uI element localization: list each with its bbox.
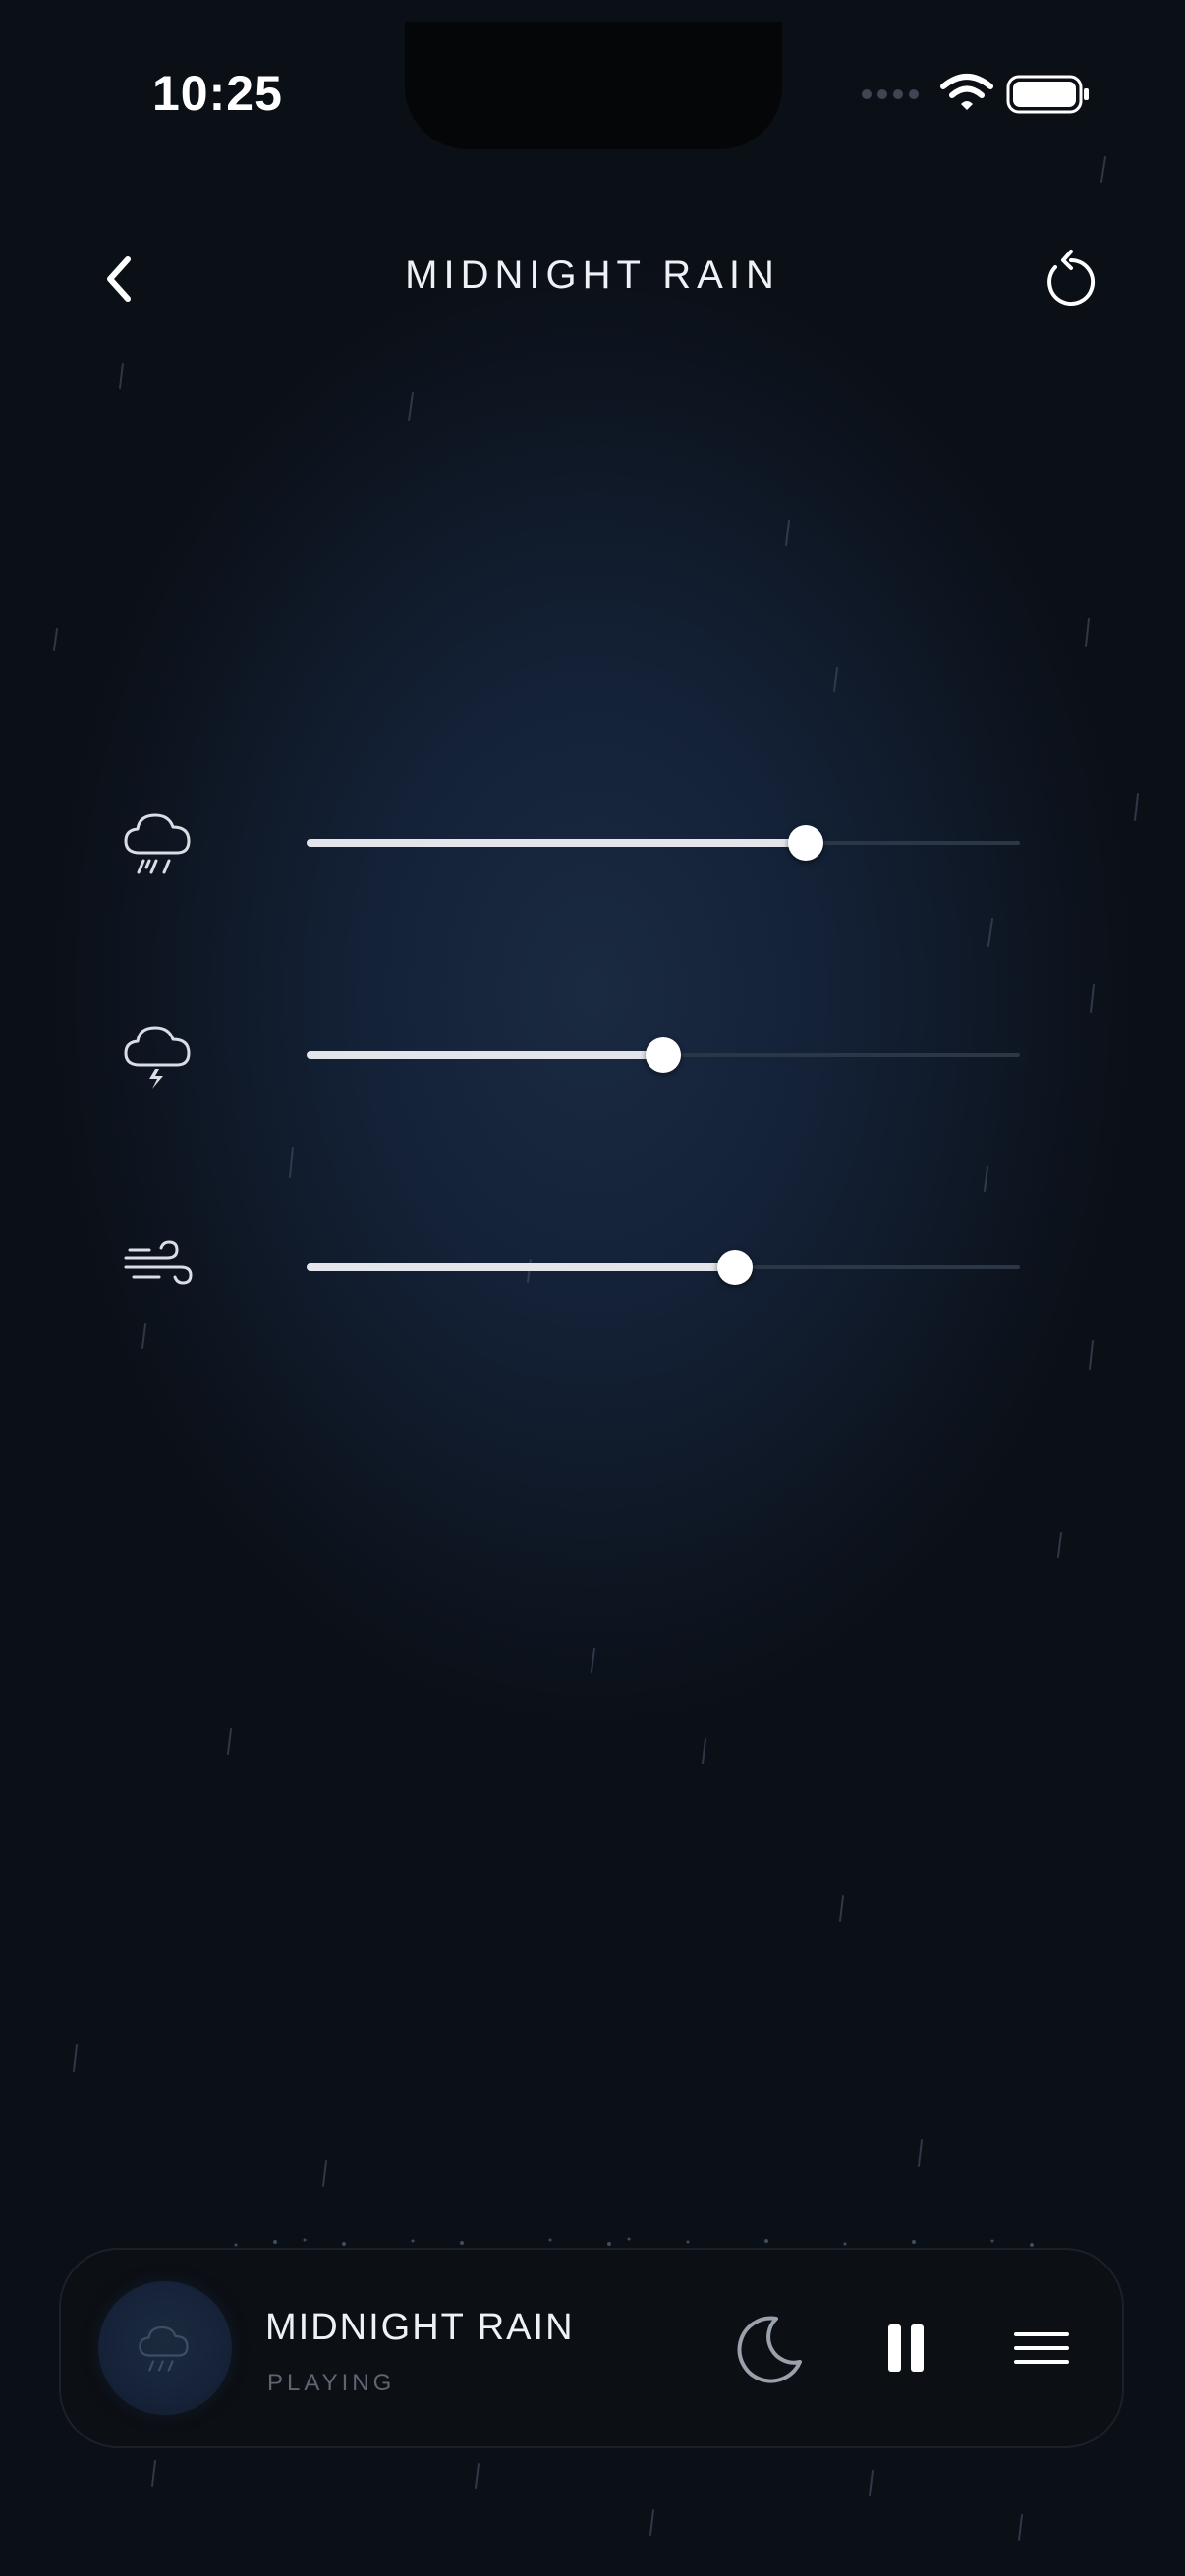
mini-player[interactable]: MIDNIGHT RAIN PLAYING: [59, 2248, 1124, 2448]
status-icons: [861, 69, 1116, 118]
dynamic-island: [405, 22, 782, 149]
wind-volume-slider[interactable]: [307, 1250, 1020, 1285]
pause-button[interactable]: [863, 2305, 949, 2391]
moon-icon: [737, 2316, 802, 2383]
wind-icon: [120, 1228, 198, 1307]
slider-fill: [307, 1263, 735, 1271]
status-bar: 10:25: [0, 0, 1185, 187]
slider-thumb[interactable]: [788, 825, 824, 861]
menu-icon: [1014, 2332, 1069, 2364]
wifi-icon: [940, 74, 993, 110]
cloud-lightning-icon: [120, 1016, 198, 1094]
slider-thumb[interactable]: [716, 1250, 753, 1285]
pause-icon: [888, 2324, 924, 2372]
sleep-timer-button[interactable]: [727, 2305, 814, 2391]
mixer-row-wind: [0, 1208, 1185, 1326]
player-title: MIDNIGHT RAIN: [265, 2307, 575, 2348]
header: MIDNIGHT RAIN: [0, 226, 1185, 334]
reset-button[interactable]: [1034, 244, 1108, 318]
cloud-rain-icon: [139, 2325, 189, 2372]
status-time: 10:25: [152, 66, 283, 121]
menu-button[interactable]: [998, 2305, 1085, 2391]
signal-dots-icon: [862, 89, 919, 99]
player-artwork: [98, 2281, 232, 2415]
refresh-icon: [1047, 250, 1096, 306]
slider-thumb[interactable]: [646, 1037, 681, 1073]
slider-fill: [307, 1051, 663, 1059]
thunder-volume-slider[interactable]: [307, 1037, 1020, 1073]
mixer-row-rain: [0, 784, 1185, 902]
screen: 10:25 MIDNIGHT RAIN MIDNIGHT RAIN PLAYIN…: [0, 0, 1185, 2576]
player-status: PLAYING: [267, 2370, 396, 2396]
battery-icon: [1006, 75, 1089, 114]
cloud-rain-icon: [120, 804, 198, 882]
rain-volume-slider[interactable]: [307, 825, 1020, 861]
slider-fill: [307, 839, 807, 847]
mixer-row-thunder: [0, 996, 1185, 1114]
page-title: MIDNIGHT RAIN: [405, 253, 780, 297]
